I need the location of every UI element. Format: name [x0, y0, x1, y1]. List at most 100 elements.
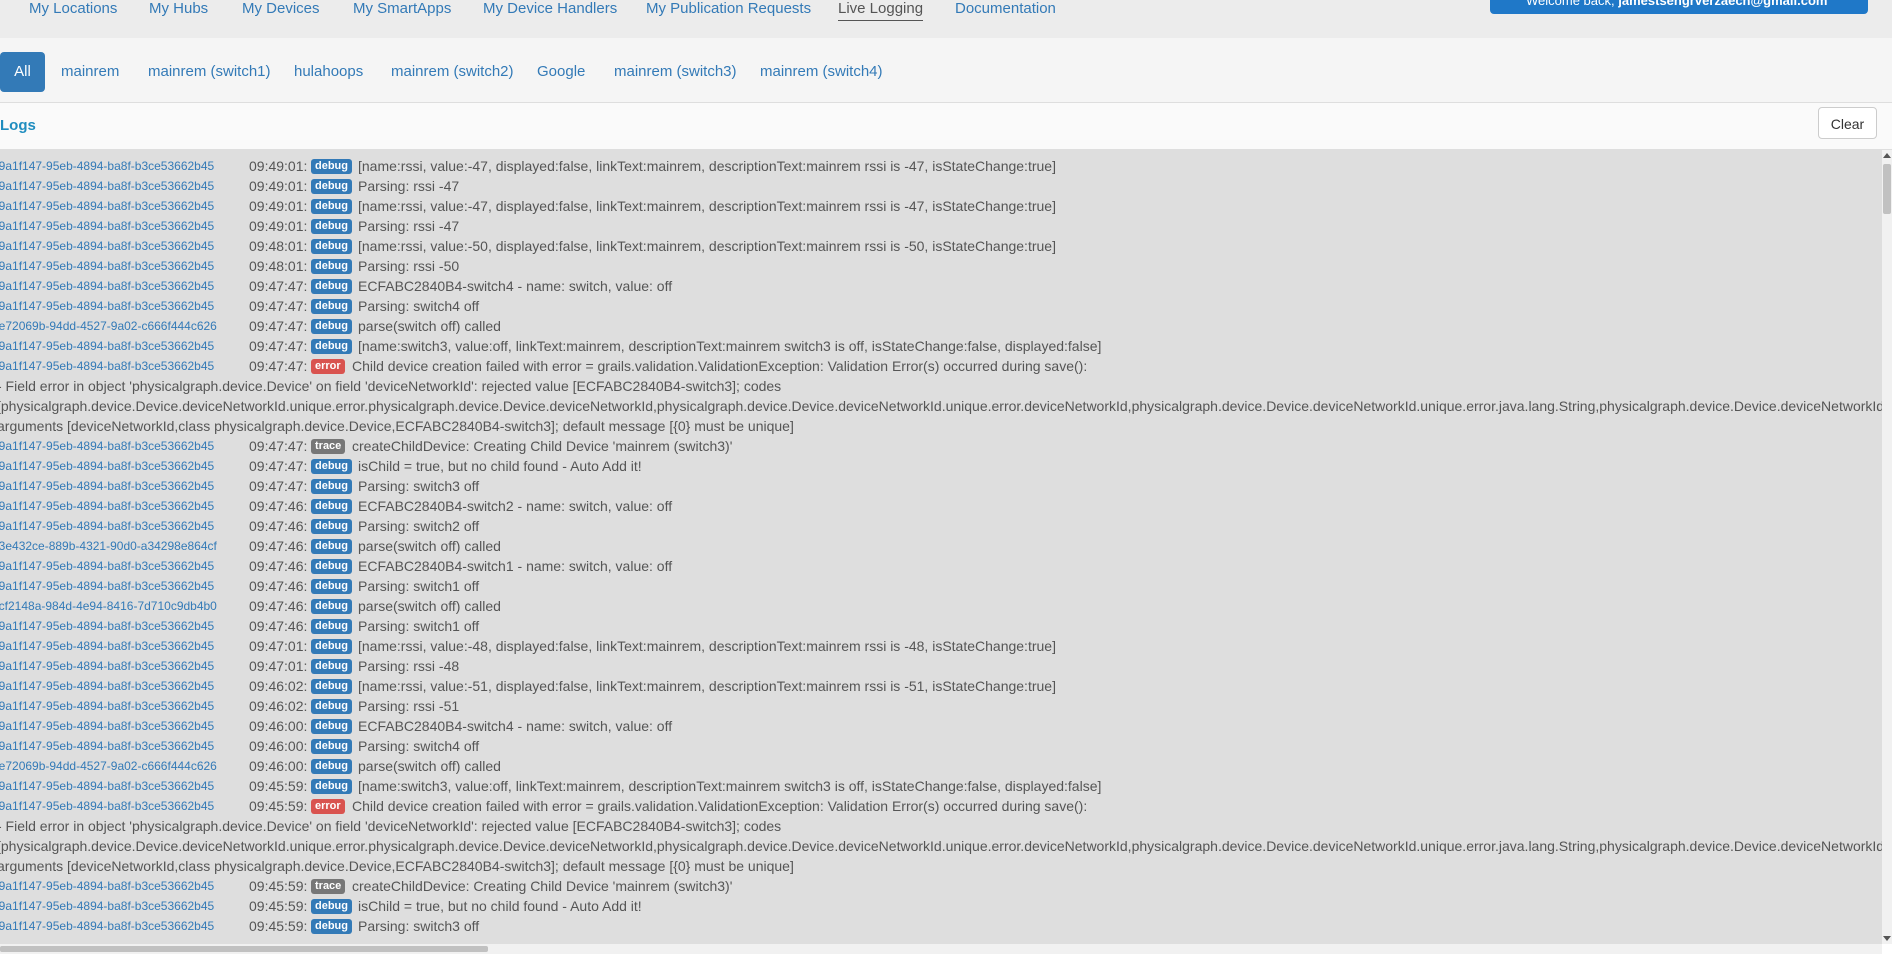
log-device-id-link[interactable]: 59a1f147-95eb-4894-ba8f-b3ce53662b45	[0, 796, 242, 816]
log-message: Parsing: switch4 off	[358, 298, 480, 314]
log-device-id-link[interactable]: 59a1f147-95eb-4894-ba8f-b3ce53662b45	[0, 876, 242, 896]
log-device-id-link[interactable]: 59a1f147-95eb-4894-ba8f-b3ce53662b45	[0, 636, 242, 656]
log-device-id-link[interactable]: 59a1f147-95eb-4894-ba8f-b3ce53662b45	[0, 336, 242, 356]
filter-google[interactable]: Google	[537, 52, 585, 92]
log-timestamp: 09:49:01:	[249, 178, 308, 194]
log-device-id-link[interactable]: 59a1f147-95eb-4894-ba8f-b3ce53662b45	[0, 216, 242, 236]
log-device-id-link[interactable]: 0cf2148a-984d-4e94-8416-7d710c9db4b0	[0, 596, 242, 616]
log-entry: 59a1f147-95eb-4894-ba8f-b3ce53662b45 09:4…	[0, 456, 1882, 476]
log-timestamp: 09:47:47:	[249, 478, 308, 494]
clear-button[interactable]: Clear	[1818, 107, 1877, 139]
log-device-id-link[interactable]: 59a1f147-95eb-4894-ba8f-b3ce53662b45	[0, 196, 242, 216]
log-level-badge: debug	[311, 239, 352, 254]
log-entry: 59a1f147-95eb-4894-ba8f-b3ce53662b45 09:4…	[0, 676, 1882, 696]
log-timestamp: 09:45:59:	[249, 798, 308, 814]
log-message: Parsing: switch2 off	[358, 518, 480, 534]
log-level-badge: error	[311, 799, 345, 814]
log-level-badge: debug	[311, 739, 352, 754]
log-device-id-link[interactable]: 59a1f147-95eb-4894-ba8f-b3ce53662b45	[0, 736, 242, 756]
filter-mainrem-switch2[interactable]: mainrem (switch2)	[391, 52, 514, 92]
nav-documentation[interactable]: Documentation	[955, 0, 1056, 18]
nav-my-devices[interactable]: My Devices	[242, 0, 320, 18]
log-device-id-link[interactable]: 59a1f147-95eb-4894-ba8f-b3ce53662b45	[0, 256, 242, 276]
horizontal-scroll-thumb[interactable]	[0, 946, 488, 952]
log-device-id-link[interactable]: 59a1f147-95eb-4894-ba8f-b3ce53662b45	[0, 776, 242, 796]
log-message: Parsing: rssi -47	[358, 218, 460, 234]
log-continuation-line: - Field error in object 'physicalgraph.d…	[0, 378, 782, 394]
log-device-id-link[interactable]: 43e432ce-889b-4321-90d0-a34298e864cf	[0, 536, 242, 556]
log-entry: 59a1f147-95eb-4894-ba8f-b3ce53662b45 09:4…	[0, 516, 1882, 536]
log-device-id-link[interactable]: 59a1f147-95eb-4894-ba8f-b3ce53662b45	[0, 556, 242, 576]
log-list[interactable]: 59a1f147-95eb-4894-ba8f-b3ce53662b45 09:4…	[0, 150, 1882, 944]
log-device-id-link[interactable]: 59a1f147-95eb-4894-ba8f-b3ce53662b45	[0, 696, 242, 716]
log-device-id-link[interactable]: 59a1f147-95eb-4894-ba8f-b3ce53662b45	[0, 356, 242, 376]
log-device-id-link[interactable]: 59a1f147-95eb-4894-ba8f-b3ce53662b45	[0, 456, 242, 476]
log-timestamp: 09:48:01:	[249, 258, 308, 274]
log-device-id-link[interactable]: 59a1f147-95eb-4894-ba8f-b3ce53662b45	[0, 436, 242, 456]
nav-my-hubs[interactable]: My Hubs	[149, 0, 208, 18]
log-device-id-link[interactable]: 59a1f147-95eb-4894-ba8f-b3ce53662b45	[0, 676, 242, 696]
scroll-down-arrow-icon[interactable]	[1883, 936, 1891, 941]
hub-filter-bar: All mainrem mainrem (switch1) hulahoops …	[0, 38, 1892, 103]
log-message: Parsing: switch3 off	[358, 478, 480, 494]
log-level-badge: debug	[311, 299, 352, 314]
log-device-id-link[interactable]: 5e72069b-94dd-4527-9a02-c666f444c626	[0, 756, 242, 776]
scroll-up-arrow-icon[interactable]	[1883, 153, 1891, 158]
log-device-id-link[interactable]: 59a1f147-95eb-4894-ba8f-b3ce53662b45	[0, 296, 242, 316]
nav-live-logging[interactable]: Live Logging	[838, 0, 924, 21]
log-device-id-link[interactable]: 59a1f147-95eb-4894-ba8f-b3ce53662b45	[0, 576, 242, 596]
log-level-badge: debug	[311, 539, 352, 554]
vertical-scroll-thumb[interactable]	[1883, 164, 1891, 214]
log-message: ECFABC2840B4-switch2 - name: switch, val…	[358, 498, 673, 514]
log-message: ECFABC2840B4-switch1 - name: switch, val…	[358, 558, 673, 574]
log-entry: 59a1f147-95eb-4894-ba8f-b3ce53662b45 09:4…	[0, 476, 1882, 496]
nav-my-device-handlers[interactable]: My Device Handlers	[483, 0, 617, 18]
log-level-badge: trace	[311, 439, 346, 454]
filter-mainrem[interactable]: mainrem	[61, 52, 119, 92]
filter-hulahoops[interactable]: hulahoops	[294, 52, 363, 92]
log-level-badge: debug	[311, 479, 352, 494]
log-device-id-link[interactable]: 59a1f147-95eb-4894-ba8f-b3ce53662b45	[0, 476, 242, 496]
nav-my-smartapps[interactable]: My SmartApps	[353, 0, 451, 18]
filter-mainrem-switch3[interactable]: mainrem (switch3)	[614, 52, 737, 92]
log-device-id-link[interactable]: 59a1f147-95eb-4894-ba8f-b3ce53662b45	[0, 496, 242, 516]
welcome-banner[interactable]: Welcome back, jamestsengrverzaech@gmail.…	[1490, 0, 1868, 14]
log-entry: 59a1f147-95eb-4894-ba8f-b3ce53662b45 09:4…	[0, 496, 1882, 516]
log-device-id-link[interactable]: 5e72069b-94dd-4527-9a02-c666f444c626	[0, 316, 242, 336]
filter-mainrem-switch1[interactable]: mainrem (switch1)	[148, 52, 271, 92]
log-timestamp: 09:47:46:	[249, 598, 308, 614]
log-device-id-link[interactable]: 59a1f147-95eb-4894-ba8f-b3ce53662b45	[0, 916, 242, 936]
log-entry: 59a1f147-95eb-4894-ba8f-b3ce53662b45 09:4…	[0, 896, 1882, 916]
log-device-id-link[interactable]: 59a1f147-95eb-4894-ba8f-b3ce53662b45	[0, 156, 242, 176]
log-device-id-link[interactable]: 59a1f147-95eb-4894-ba8f-b3ce53662b45	[0, 176, 242, 196]
log-timestamp: 09:47:47:	[249, 438, 308, 454]
log-timestamp: 09:47:47:	[249, 298, 308, 314]
log-level-badge: debug	[311, 619, 352, 634]
nav-my-publication-requests[interactable]: My Publication Requests	[646, 0, 811, 18]
log-device-id-link[interactable]: 59a1f147-95eb-4894-ba8f-b3ce53662b45	[0, 276, 242, 296]
log-device-id-link[interactable]: 59a1f147-95eb-4894-ba8f-b3ce53662b45	[0, 236, 242, 256]
log-device-id-link[interactable]: 59a1f147-95eb-4894-ba8f-b3ce53662b45	[0, 516, 242, 536]
vertical-scrollbar[interactable]	[1882, 150, 1892, 944]
log-device-id-link[interactable]: 59a1f147-95eb-4894-ba8f-b3ce53662b45	[0, 616, 242, 636]
log-timestamp: 09:46:02:	[249, 698, 308, 714]
log-level-badge: debug	[311, 719, 352, 734]
log-entry: 59a1f147-95eb-4894-ba8f-b3ce53662b45 09:4…	[0, 276, 1882, 296]
log-message: [name:rssi, value:-47, displayed:false, …	[358, 198, 1056, 214]
filter-all[interactable]: All	[0, 52, 45, 92]
log-level-badge: debug	[311, 219, 352, 234]
horizontal-scrollbar[interactable]	[0, 944, 1882, 954]
nav-my-locations[interactable]: My Locations	[29, 0, 117, 18]
logs-title: Logs	[0, 117, 36, 134]
log-device-id-link[interactable]: 59a1f147-95eb-4894-ba8f-b3ce53662b45	[0, 716, 242, 736]
log-level-badge: debug	[311, 259, 352, 274]
log-level-badge: debug	[311, 759, 352, 774]
log-level-badge: trace	[311, 879, 346, 894]
log-level-badge: debug	[311, 599, 352, 614]
log-timestamp: 09:49:01:	[249, 158, 308, 174]
log-level-badge: debug	[311, 199, 352, 214]
log-device-id-link[interactable]: 59a1f147-95eb-4894-ba8f-b3ce53662b45	[0, 656, 242, 676]
log-device-id-link[interactable]: 59a1f147-95eb-4894-ba8f-b3ce53662b45	[0, 896, 242, 916]
log-timestamp: 09:47:47:	[249, 338, 308, 354]
filter-mainrem-switch4[interactable]: mainrem (switch4)	[760, 52, 883, 92]
